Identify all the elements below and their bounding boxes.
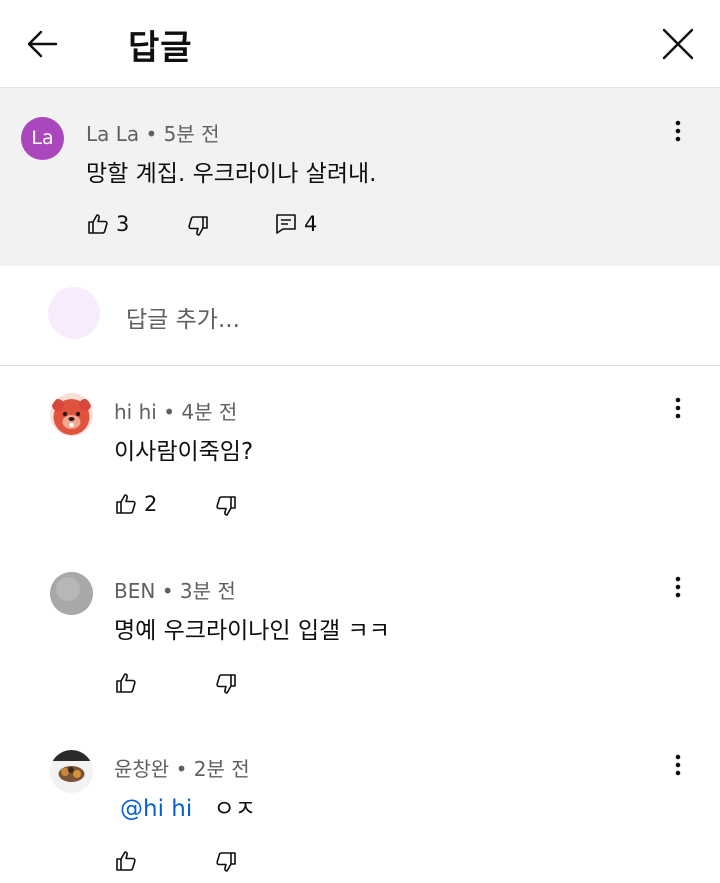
comment-meta: hi hi • 4분 전 [114,396,237,425]
like-button[interactable] [114,671,138,695]
timestamp: 2분 전 [193,757,250,781]
like-button[interactable] [114,849,138,873]
comment-meta: La La • 5분 전 [86,118,220,147]
thumb-down-icon [214,850,238,874]
timestamp: 4분 전 [181,400,238,424]
comment-text: @hi hi ㅇㅈ [120,789,256,823]
comment-text: 명예 우크라이나인 입갤 ㅋㅋ [114,618,390,644]
separator: • [175,757,188,781]
author-name[interactable]: hi hi [114,400,157,424]
avatar[interactable] [50,393,93,436]
author-name[interactable]: La La [86,122,139,146]
reply-count: 4 [304,212,318,236]
thumb-up-icon [114,671,138,695]
reply-input[interactable]: 답글 추가... [126,300,240,334]
comment-meta: 윤창완 • 2분 전 [114,753,250,782]
more-vert-icon[interactable] [666,752,690,782]
separator: • [145,122,158,146]
like-button[interactable]: 3 [86,212,129,236]
separator: • [161,579,174,603]
more-vert-icon[interactable] [666,118,690,148]
author-name[interactable]: BEN [114,579,155,603]
thumb-up-icon [86,212,110,236]
dislike-button[interactable] [214,494,238,518]
add-reply-row: 답글 추가... [0,266,720,366]
thumb-up-icon [114,492,138,516]
dislike-button[interactable] [214,672,238,696]
dislike-button[interactable] [214,850,238,874]
close-icon[interactable] [656,22,700,66]
timestamp: 5분 전 [163,122,220,146]
avatar[interactable] [50,572,93,615]
thumb-down-icon [214,494,238,518]
reply-body: ㅇㅈ [213,796,256,822]
reply-button[interactable]: 4 [274,212,317,236]
more-vert-icon[interactable] [666,395,690,425]
like-count: 3 [116,212,130,236]
header: 답글 [0,0,720,86]
comment-text: 망할 계집. 우크라이나 살려내. [86,161,377,187]
like-button[interactable]: 2 [114,492,157,516]
reply-icon [274,212,298,236]
comment-text: 이사람이죽임? [114,439,254,465]
parent-comment: La La La • 5분 전 망할 계집. 우크라이나 살려내. 3 4 [0,87,720,267]
separator: • [163,400,175,424]
thumb-up-icon [114,849,138,873]
dislike-button[interactable] [186,214,210,238]
avatar[interactable]: La [21,117,64,160]
avatar [48,287,100,339]
thumb-down-icon [186,214,210,238]
timestamp: 3분 전 [179,579,236,603]
page-title: 답글 [128,28,193,68]
author-name[interactable]: 윤창완 [114,757,169,781]
avatar[interactable] [50,750,93,793]
like-count: 2 [144,492,158,516]
mention-link[interactable]: @hi hi [120,796,192,822]
thumb-down-icon [214,672,238,696]
back-arrow-icon[interactable] [22,22,66,66]
comment-meta: BEN • 3분 전 [114,575,236,604]
more-vert-icon[interactable] [666,574,690,604]
